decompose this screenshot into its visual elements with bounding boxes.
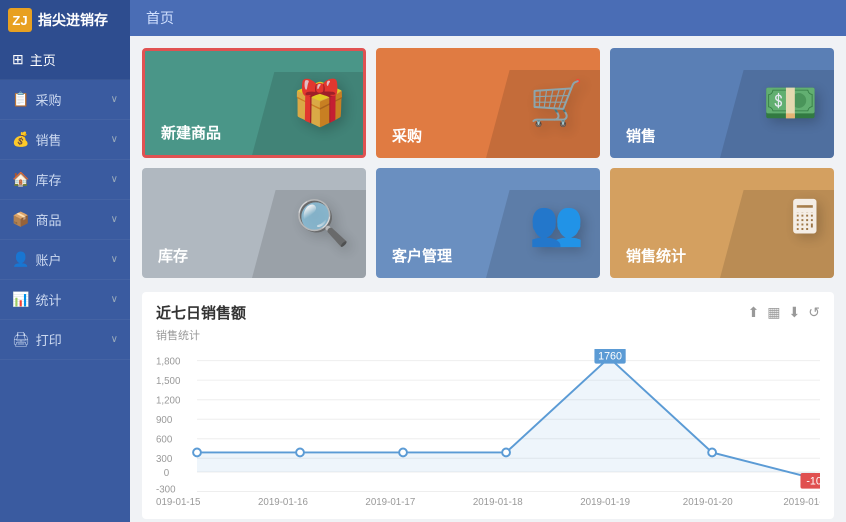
sales-icon: 💰 bbox=[12, 131, 29, 148]
sidebar-label-goods: 商品 bbox=[35, 210, 61, 229]
data-point-3 bbox=[502, 449, 510, 457]
tile-sales-icon: 💵 bbox=[763, 77, 818, 129]
sidebar-item-inventory[interactable]: 🏠 库存 ∨ bbox=[0, 160, 130, 200]
app-logo: ZJ 指尖进销存 bbox=[0, 0, 130, 40]
x-label-0119: 2019-01-19 bbox=[580, 497, 630, 508]
chevron-icon: ∨ bbox=[111, 134, 118, 145]
chart-area-fill bbox=[197, 358, 815, 479]
sidebar-label-print: 打印 bbox=[36, 330, 62, 349]
y-label-1200: 1,200 bbox=[156, 396, 181, 407]
data-label-1760: 1760 bbox=[598, 351, 622, 363]
logo-icon: ZJ bbox=[8, 8, 32, 32]
x-label-0118: 2019-01-18 bbox=[473, 497, 523, 508]
y-label-1500: 1,500 bbox=[156, 376, 181, 387]
chevron-icon: ∨ bbox=[111, 174, 118, 185]
data-point-5 bbox=[708, 449, 716, 457]
tile-sales-stats[interactable]: 销售统计 🖩 bbox=[610, 168, 834, 278]
chart-container: 1,800 1,500 1,200 900 600 300 0 -300 bbox=[156, 349, 820, 509]
data-point-2 bbox=[399, 449, 407, 457]
y-label-600: 600 bbox=[156, 435, 173, 446]
chart-action-refresh[interactable]: ↺ bbox=[808, 304, 820, 321]
sidebar-label-sales: 销售 bbox=[35, 130, 61, 149]
home-icon: ⊞ bbox=[12, 51, 24, 68]
sidebar-item-home[interactable]: ⊞ 主页 bbox=[0, 40, 130, 80]
sidebar: ZJ 指尖进销存 ⊞ 主页 📋 采购 ∨ 💰 销售 ∨ 🏠 库存 ∨ 📦 商品 bbox=[0, 0, 130, 522]
tile-new-product[interactable]: 新建商品 🎁 bbox=[142, 48, 366, 158]
breadcrumb: 首页 bbox=[146, 8, 174, 28]
sidebar-label-account: 账户 bbox=[35, 250, 61, 269]
sidebar-item-purchase[interactable]: 📋 采购 ∨ bbox=[0, 80, 130, 120]
content-area: 新建商品 🎁 采购 🛒 销售 💵 库存 🔍 客户管理 👥 销售统计 bbox=[130, 36, 846, 522]
quick-access-tiles: 新建商品 🎁 采购 🛒 销售 💵 库存 🔍 客户管理 👥 销售统计 bbox=[142, 48, 834, 278]
tile-inventory-icon: 🔍 bbox=[295, 197, 350, 249]
chevron-icon: ∨ bbox=[111, 334, 118, 345]
x-label-0121: 2019-01-21 bbox=[783, 497, 820, 508]
data-point-0 bbox=[193, 449, 201, 457]
chart-subtitle: 销售统计 bbox=[156, 327, 820, 343]
tile-customer-label: 客户管理 bbox=[392, 245, 452, 266]
tile-inventory[interactable]: 库存 🔍 bbox=[142, 168, 366, 278]
chart-title: 近七日销售额 bbox=[156, 302, 246, 323]
chevron-icon: ∨ bbox=[111, 94, 118, 105]
sales-chart: 1,800 1,500 1,200 900 600 300 0 -300 bbox=[156, 349, 820, 509]
chart-action-download[interactable]: ⬇ bbox=[789, 304, 801, 321]
goods-icon: 📦 bbox=[12, 211, 29, 228]
sidebar-label-stats: 统计 bbox=[35, 290, 61, 309]
chart-actions: ⬆ ▦ ⬇ ↺ bbox=[748, 304, 820, 321]
inventory-icon: 🏠 bbox=[12, 171, 29, 188]
y-label-0: 0 bbox=[164, 468, 170, 479]
y-label-300: 300 bbox=[156, 454, 173, 465]
sidebar-item-account[interactable]: 👤 账户 ∨ bbox=[0, 240, 130, 280]
y-label-minus300: -300 bbox=[156, 484, 176, 495]
tile-sales-stats-icon: 🖩 bbox=[792, 186, 818, 261]
account-icon: 👤 bbox=[12, 251, 29, 268]
stats-icon: 📊 bbox=[12, 291, 29, 308]
chevron-icon: ∨ bbox=[111, 214, 118, 225]
tile-new-product-label: 新建商品 bbox=[161, 122, 221, 143]
y-label-900: 900 bbox=[156, 415, 173, 426]
x-label-0116: 2019-01-16 bbox=[258, 497, 308, 508]
sidebar-item-goods[interactable]: 📦 商品 ∨ bbox=[0, 200, 130, 240]
chevron-icon: ∨ bbox=[111, 254, 118, 265]
chevron-icon: ∨ bbox=[111, 294, 118, 305]
main-content: 首页 新建商品 🎁 采购 🛒 销售 💵 库存 🔍 客户管理 👥 bbox=[130, 0, 846, 522]
sidebar-label-inventory: 库存 bbox=[35, 170, 61, 189]
data-point-1 bbox=[296, 449, 304, 457]
sidebar-label-home: 主页 bbox=[30, 50, 56, 69]
tile-sales-stats-label: 销售统计 bbox=[626, 245, 686, 266]
sidebar-item-print[interactable]: 🖨 打印 ∨ bbox=[0, 320, 130, 360]
tile-inventory-label: 库存 bbox=[158, 245, 188, 266]
x-label-0115: 2019-01-15 bbox=[156, 497, 201, 508]
tile-new-product-icon: 🎁 bbox=[292, 77, 347, 129]
tile-purchase-label: 采购 bbox=[392, 125, 422, 146]
y-label-1800: 1,800 bbox=[156, 357, 181, 368]
tile-customer-icon: 👥 bbox=[529, 197, 584, 249]
tile-customer[interactable]: 客户管理 👥 bbox=[376, 168, 600, 278]
sidebar-item-sales[interactable]: 💰 销售 ∨ bbox=[0, 120, 130, 160]
tile-purchase-icon: 🛒 bbox=[529, 77, 584, 129]
tile-sales[interactable]: 销售 💵 bbox=[610, 48, 834, 158]
chart-action-table[interactable]: ▦ bbox=[767, 304, 780, 321]
print-icon: 🖨 bbox=[12, 331, 30, 348]
x-label-0120: 2019-01-20 bbox=[683, 497, 733, 508]
x-label-0117: 2019-01-17 bbox=[365, 497, 415, 508]
chart-section: 近七日销售额 ⬆ ▦ ⬇ ↺ 销售统计 1,800 1,500 1,200 90… bbox=[142, 292, 834, 519]
tile-purchase[interactable]: 采购 🛒 bbox=[376, 48, 600, 158]
chart-action-export[interactable]: ⬆ bbox=[748, 304, 760, 321]
sidebar-item-stats[interactable]: 📊 统计 ∨ bbox=[0, 280, 130, 320]
app-title: 指尖进销存 bbox=[38, 10, 108, 30]
tile-sales-label: 销售 bbox=[626, 125, 656, 146]
chart-header: 近七日销售额 ⬆ ▦ ⬇ ↺ bbox=[156, 302, 820, 323]
data-label-minus100: -100 bbox=[806, 476, 820, 488]
sidebar-label-purchase: 采购 bbox=[35, 90, 61, 109]
purchase-icon: 📋 bbox=[12, 91, 29, 108]
page-header: 首页 bbox=[130, 0, 846, 36]
